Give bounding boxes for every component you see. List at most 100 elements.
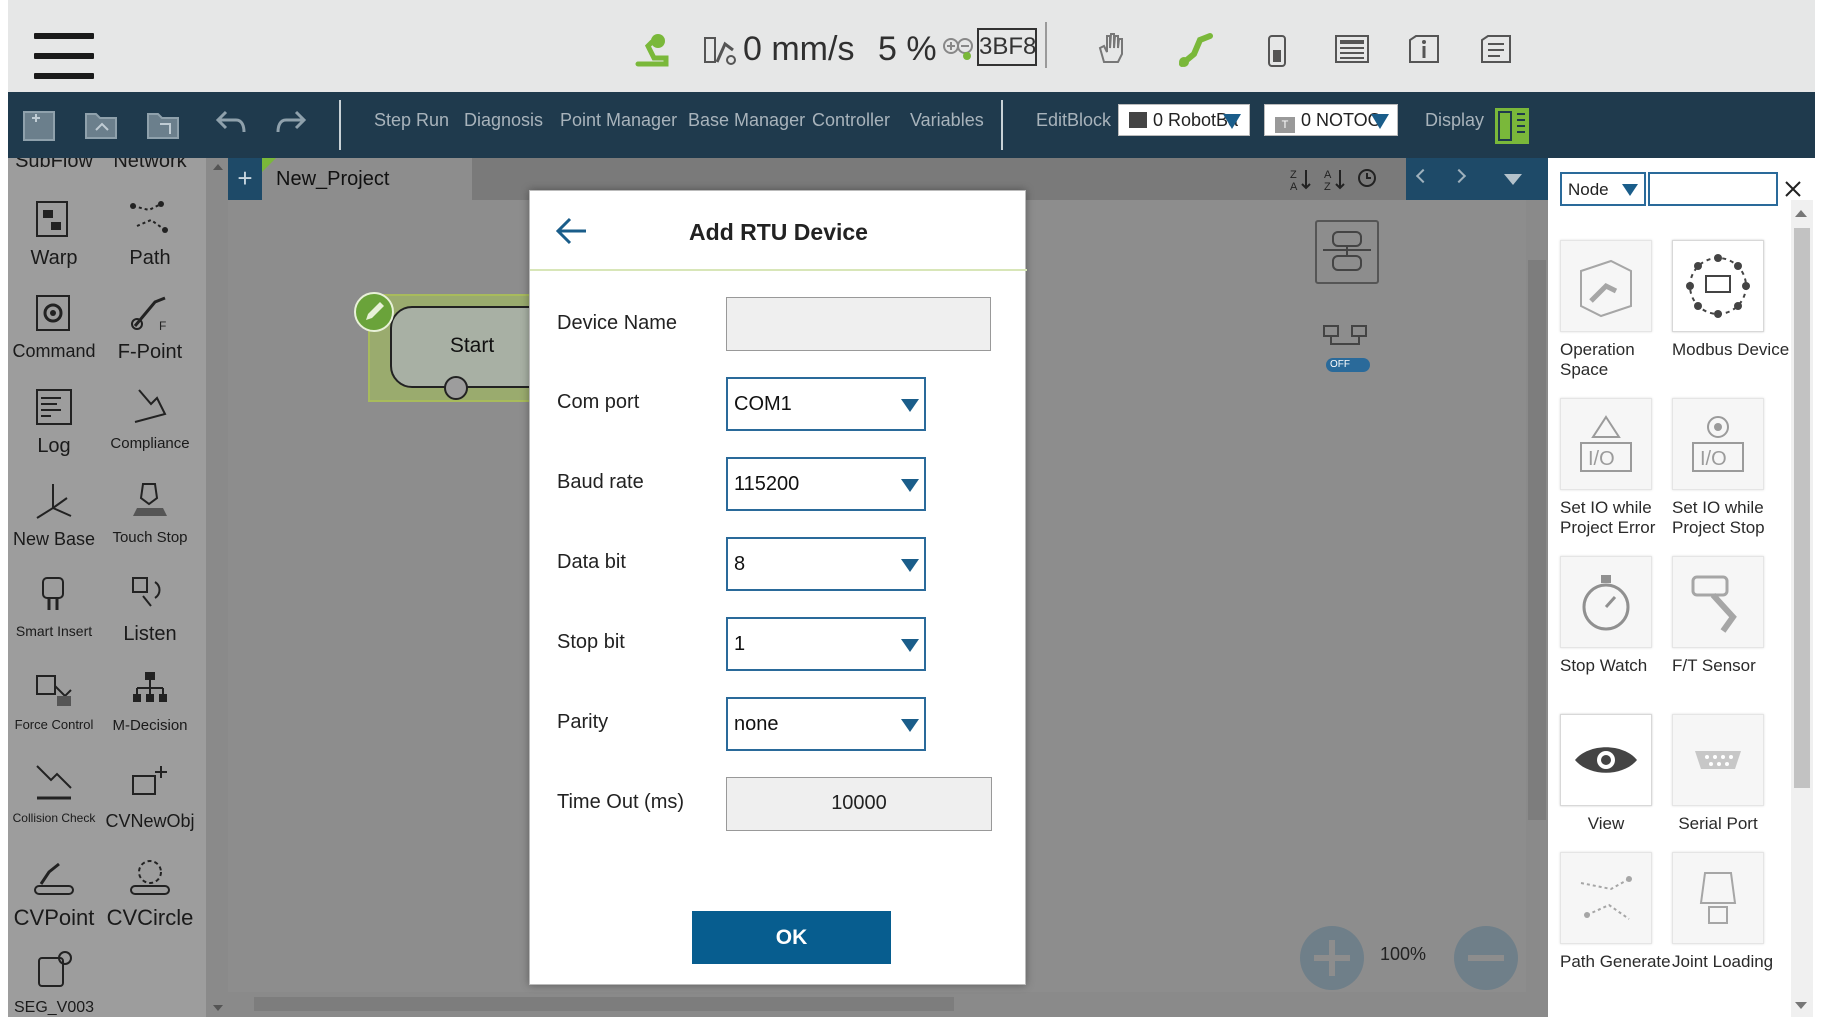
hamburger-menu-icon[interactable] — [34, 33, 94, 79]
speed-adjust-icon[interactable] — [943, 36, 975, 62]
toggle-off-label: OFF — [1326, 358, 1370, 372]
pendant-icon[interactable] — [1266, 34, 1288, 68]
node-path-generate[interactable]: Path Generate — [1560, 852, 1678, 972]
connector-port[interactable] — [444, 376, 468, 400]
parity-value: none — [734, 713, 779, 735]
left-panel-scrollbar[interactable] — [206, 158, 228, 1017]
redo-icon[interactable] — [272, 104, 312, 144]
controller-code-badge[interactable]: 3BF8 — [977, 28, 1037, 66]
h-scroll-thumb[interactable] — [254, 997, 954, 1011]
device-name-input[interactable] — [726, 297, 991, 351]
baud-rate-value: 115200 — [734, 473, 800, 495]
node-joint-loading[interactable]: Joint Loading — [1672, 852, 1790, 972]
set-io-stop-tile: I/O — [1672, 398, 1764, 490]
operation-space-tile — [1560, 240, 1652, 332]
node-listen[interactable]: Listen — [104, 572, 196, 646]
tab-prev-icon[interactable] — [1415, 168, 1431, 184]
tab-new-project[interactable]: New_Project — [262, 158, 472, 200]
node-compliance[interactable]: Compliance — [104, 384, 196, 452]
node-command[interactable]: Command — [8, 290, 100, 362]
robot-status-icon[interactable] — [1176, 30, 1216, 68]
sync-toggle[interactable]: OFF — [1318, 320, 1374, 376]
new-project-icon[interactable] — [20, 104, 60, 144]
scroll-down-icon[interactable] — [213, 1005, 223, 1011]
tool-select[interactable]: T 0 NOTOO — [1264, 104, 1398, 136]
node-collision-check[interactable]: Collision Check — [8, 760, 100, 825]
node-f-point[interactable]: F F-Point — [104, 290, 196, 364]
node-cvnewobj[interactable]: CVNewObj — [104, 760, 196, 832]
node-m-decision[interactable]: M-Decision — [104, 666, 196, 734]
zoom-in-button[interactable] — [1300, 926, 1364, 990]
node-force-control[interactable]: Force Control — [8, 666, 100, 732]
display-button[interactable]: Display — [1425, 110, 1484, 131]
node-modbus-device[interactable]: Modbus Device — [1672, 240, 1790, 360]
editblock-button[interactable]: EditBlock — [1036, 110, 1111, 131]
diagnosis-button[interactable]: Diagnosis — [464, 110, 543, 131]
zoom-out-button[interactable] — [1454, 926, 1518, 990]
keyboard-icon[interactable] — [1334, 34, 1370, 64]
stop-bit-select[interactable]: 1 — [726, 617, 926, 671]
robot-arm-icon[interactable] — [634, 32, 670, 68]
node-new-base[interactable]: New Base — [8, 478, 100, 550]
node-cvcircle[interactable]: CVCircle — [104, 854, 196, 931]
node-view[interactable]: View — [1560, 714, 1678, 834]
canvas-v-scrollbar[interactable] — [1526, 200, 1548, 1017]
node-set-io-project-error[interactable]: I/O Set IO while Project Error — [1560, 398, 1678, 538]
node-subflow[interactable]: SubFlow — [8, 158, 100, 173]
hand-guide-icon[interactable] — [1096, 32, 1128, 66]
open-project-icon[interactable] — [82, 104, 122, 144]
controller-button[interactable]: Controller — [812, 110, 890, 131]
base-manager-button[interactable]: Base Manager — [688, 110, 805, 131]
save-project-icon[interactable] — [144, 104, 184, 144]
scroll-up-icon[interactable] — [213, 164, 223, 170]
clear-search-icon[interactable] — [1784, 180, 1802, 198]
tab-next-icon[interactable] — [1451, 168, 1467, 184]
data-bit-select[interactable]: 8 — [726, 537, 926, 591]
com-port-select[interactable]: COM1 — [726, 377, 926, 431]
variables-button[interactable]: Variables — [910, 110, 984, 131]
scroll-thumb[interactable] — [1528, 260, 1546, 820]
history-icon[interactable] — [1356, 166, 1382, 192]
point-manager-button[interactable]: Point Manager — [560, 110, 677, 131]
ok-button[interactable]: OK — [692, 911, 891, 964]
undo-icon[interactable] — [210, 104, 250, 144]
node-smart-insert[interactable]: Smart Insert — [8, 572, 100, 639]
baud-rate-select[interactable]: 115200 — [726, 457, 926, 511]
node-log[interactable]: Log — [8, 384, 100, 458]
tab-marker — [262, 158, 276, 172]
scroll-thumb[interactable] — [1794, 228, 1810, 788]
sort-za-icon[interactable]: AZ — [1322, 166, 1348, 192]
base-select[interactable]: 0 RobotBa — [1118, 104, 1250, 136]
node-ft-sensor[interactable]: F/T Sensor — [1672, 556, 1790, 676]
node-cvpoint[interactable]: CVPoint — [8, 854, 100, 931]
add-tab-button[interactable]: + — [228, 158, 262, 200]
node-network[interactable]: Network — [104, 158, 196, 173]
speed-percent[interactable]: 5 % — [878, 30, 937, 69]
log-icon[interactable] — [1480, 34, 1512, 64]
node-touch-stop[interactable]: Touch Stop — [104, 478, 196, 546]
status-bar: 0 mm/s 5 % 3BF8 — [0, 0, 1843, 92]
right-panel-scrollbar[interactable] — [1791, 200, 1813, 1017]
scroll-down-icon[interactable] — [1795, 1002, 1807, 1009]
node-warp[interactable]: Warp — [8, 196, 100, 270]
flow-layout-button[interactable] — [1315, 220, 1379, 284]
node-search-input[interactable] — [1648, 172, 1778, 206]
step-run-button[interactable]: Step Run — [374, 110, 449, 131]
sort-az-icon[interactable]: ZA — [1288, 166, 1314, 192]
node-serial-port[interactable]: Serial Port — [1672, 714, 1790, 834]
stop-bit-value: 1 — [734, 633, 746, 655]
node-path[interactable]: Path — [104, 196, 196, 270]
tab-dropdown[interactable] — [1478, 158, 1548, 200]
edit-node-button[interactable] — [354, 292, 394, 332]
info-icon[interactable] — [1408, 34, 1440, 64]
layout-panel-icon[interactable] — [1493, 106, 1533, 146]
node-filter-select[interactable]: Node — [1560, 172, 1646, 206]
scroll-up-icon[interactable] — [1795, 210, 1807, 217]
timeout-input[interactable]: 10000 — [726, 777, 992, 831]
node-set-io-project-stop[interactable]: I/O Set IO while Project Stop — [1672, 398, 1790, 538]
node-operation-space[interactable]: Operation Space — [1560, 240, 1678, 380]
node-seg-v003[interactable]: SEG_V003 — [8, 948, 100, 1017]
canvas-h-scrollbar[interactable] — [228, 992, 1526, 1017]
parity-select[interactable]: none — [726, 697, 926, 751]
node-stop-watch[interactable]: Stop Watch — [1560, 556, 1678, 676]
